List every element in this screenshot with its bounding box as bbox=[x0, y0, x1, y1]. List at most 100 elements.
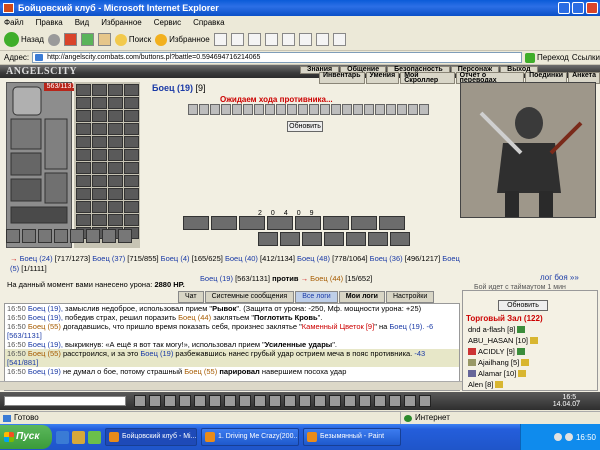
slot[interactable] bbox=[76, 136, 91, 148]
favorites-button[interactable]: Избранное bbox=[155, 33, 210, 46]
list-item[interactable]: Alamar [10] bbox=[468, 368, 538, 379]
home-icon[interactable] bbox=[97, 33, 111, 46]
attack-zone[interactable] bbox=[243, 104, 253, 115]
slot[interactable] bbox=[108, 84, 123, 96]
info-icon[interactable] bbox=[517, 326, 526, 333]
filter-icon[interactable] bbox=[179, 395, 191, 407]
list-item[interactable]: ABU_HASAN [10] bbox=[468, 335, 538, 346]
slot[interactable] bbox=[108, 136, 123, 148]
attack-zone[interactable] bbox=[309, 104, 319, 115]
discuss-icon[interactable] bbox=[298, 33, 312, 46]
media-player-icon[interactable] bbox=[88, 430, 101, 444]
attack-zone[interactable] bbox=[254, 104, 264, 115]
skill-slot[interactable] bbox=[258, 232, 278, 246]
battle-log-link[interactable]: лог боя »» bbox=[540, 273, 579, 282]
skill-slot[interactable] bbox=[239, 216, 265, 230]
tray-icon[interactable] bbox=[553, 433, 562, 441]
clear-icon[interactable] bbox=[164, 395, 176, 407]
ie-icon[interactable] bbox=[56, 430, 69, 444]
slot[interactable] bbox=[108, 97, 123, 109]
font-icon[interactable] bbox=[239, 395, 251, 407]
belt-slot[interactable] bbox=[38, 229, 52, 243]
slot[interactable] bbox=[76, 188, 91, 200]
list-item[interactable]: Ajailhang [5] bbox=[468, 357, 538, 368]
mail-icon[interactable] bbox=[299, 395, 311, 407]
slot[interactable] bbox=[124, 201, 139, 213]
battle-refresh-button[interactable]: Обновить bbox=[287, 121, 323, 132]
belt-slot[interactable] bbox=[102, 229, 116, 243]
skill-slot[interactable] bbox=[324, 232, 344, 246]
menu-tools[interactable]: Сервис bbox=[154, 16, 181, 29]
skill-slot[interactable] bbox=[280, 232, 300, 246]
go-button[interactable]: Переход bbox=[525, 52, 569, 63]
slot[interactable] bbox=[92, 188, 107, 200]
enemy-name[interactable]: Боец (19) [9] bbox=[152, 83, 206, 93]
skill-slot[interactable] bbox=[379, 216, 405, 230]
extra-icon[interactable] bbox=[419, 395, 431, 407]
tab-settings[interactable]: Настройки bbox=[385, 291, 435, 303]
slot[interactable] bbox=[76, 201, 91, 213]
skill-slot[interactable] bbox=[368, 232, 388, 246]
edit-icon[interactable] bbox=[281, 33, 295, 46]
menu-view[interactable]: Вид bbox=[75, 16, 89, 29]
attack-zone[interactable] bbox=[331, 104, 341, 115]
slot[interactable] bbox=[76, 214, 91, 226]
slot[interactable] bbox=[92, 162, 107, 174]
attack-zone[interactable] bbox=[364, 104, 374, 115]
attack-zone[interactable] bbox=[210, 104, 220, 115]
slot[interactable] bbox=[92, 97, 107, 109]
search-button[interactable]: Поиск bbox=[114, 33, 151, 46]
belt-slot[interactable] bbox=[86, 229, 100, 243]
attack-zone[interactable] bbox=[287, 104, 297, 115]
maximize-button[interactable] bbox=[572, 2, 584, 14]
smile-icon[interactable] bbox=[134, 395, 146, 407]
task-ie[interactable]: Бойцовский клуб - Mi... bbox=[105, 428, 197, 446]
address-input[interactable]: http://angelscity.combats.com/buttons.pl… bbox=[32, 52, 523, 63]
slot[interactable] bbox=[92, 136, 107, 148]
attack-zone[interactable] bbox=[221, 104, 231, 115]
slot[interactable] bbox=[124, 188, 139, 200]
skill-slot[interactable] bbox=[267, 216, 293, 230]
slot[interactable] bbox=[124, 97, 139, 109]
slot[interactable] bbox=[92, 201, 107, 213]
slot[interactable] bbox=[92, 123, 107, 135]
info-icon[interactable] bbox=[495, 381, 504, 388]
skill-slot[interactable] bbox=[295, 216, 321, 230]
skill-slot[interactable] bbox=[211, 216, 237, 230]
start-button[interactable]: Пуск bbox=[0, 425, 52, 449]
attack-zone[interactable] bbox=[188, 104, 198, 115]
tab-all-logs[interactable]: Все логи bbox=[295, 291, 338, 303]
attack-zone[interactable] bbox=[199, 104, 209, 115]
map-icon[interactable] bbox=[329, 395, 341, 407]
bag-icon[interactable] bbox=[374, 395, 386, 407]
attack-zone[interactable] bbox=[353, 104, 363, 115]
menu-file[interactable]: Файл bbox=[4, 16, 24, 29]
research-icon[interactable] bbox=[332, 33, 346, 46]
minimize-button[interactable] bbox=[558, 2, 570, 14]
attack-zone[interactable] bbox=[408, 104, 418, 115]
slot[interactable] bbox=[76, 97, 91, 109]
skill-slot[interactable] bbox=[390, 232, 410, 246]
slot[interactable] bbox=[92, 84, 107, 96]
slot[interactable] bbox=[124, 175, 139, 187]
task-player[interactable]: 1. Driving Me Crazy(200... bbox=[201, 428, 299, 446]
skill-slot[interactable] bbox=[323, 216, 349, 230]
chat-input[interactable] bbox=[4, 396, 126, 406]
skill-slot[interactable] bbox=[183, 216, 209, 230]
close-button[interactable] bbox=[586, 2, 598, 14]
attack-zone[interactable] bbox=[342, 104, 352, 115]
back-button[interactable]: Назад bbox=[4, 32, 44, 47]
tab-system[interactable]: Системные сообщения bbox=[204, 291, 295, 303]
attack-zone[interactable] bbox=[397, 104, 407, 115]
menu-favorites[interactable]: Избранное bbox=[101, 16, 142, 29]
slot[interactable] bbox=[76, 110, 91, 122]
belt-slot[interactable] bbox=[70, 229, 84, 243]
exit-icon[interactable] bbox=[344, 395, 356, 407]
desktop-icon[interactable] bbox=[72, 430, 85, 444]
slot[interactable] bbox=[108, 162, 123, 174]
slot[interactable] bbox=[108, 188, 123, 200]
info-icon[interactable] bbox=[521, 359, 530, 366]
links-button[interactable]: Ссылки bbox=[572, 53, 600, 62]
messenger-icon[interactable] bbox=[315, 33, 329, 46]
private-icon[interactable] bbox=[269, 395, 281, 407]
